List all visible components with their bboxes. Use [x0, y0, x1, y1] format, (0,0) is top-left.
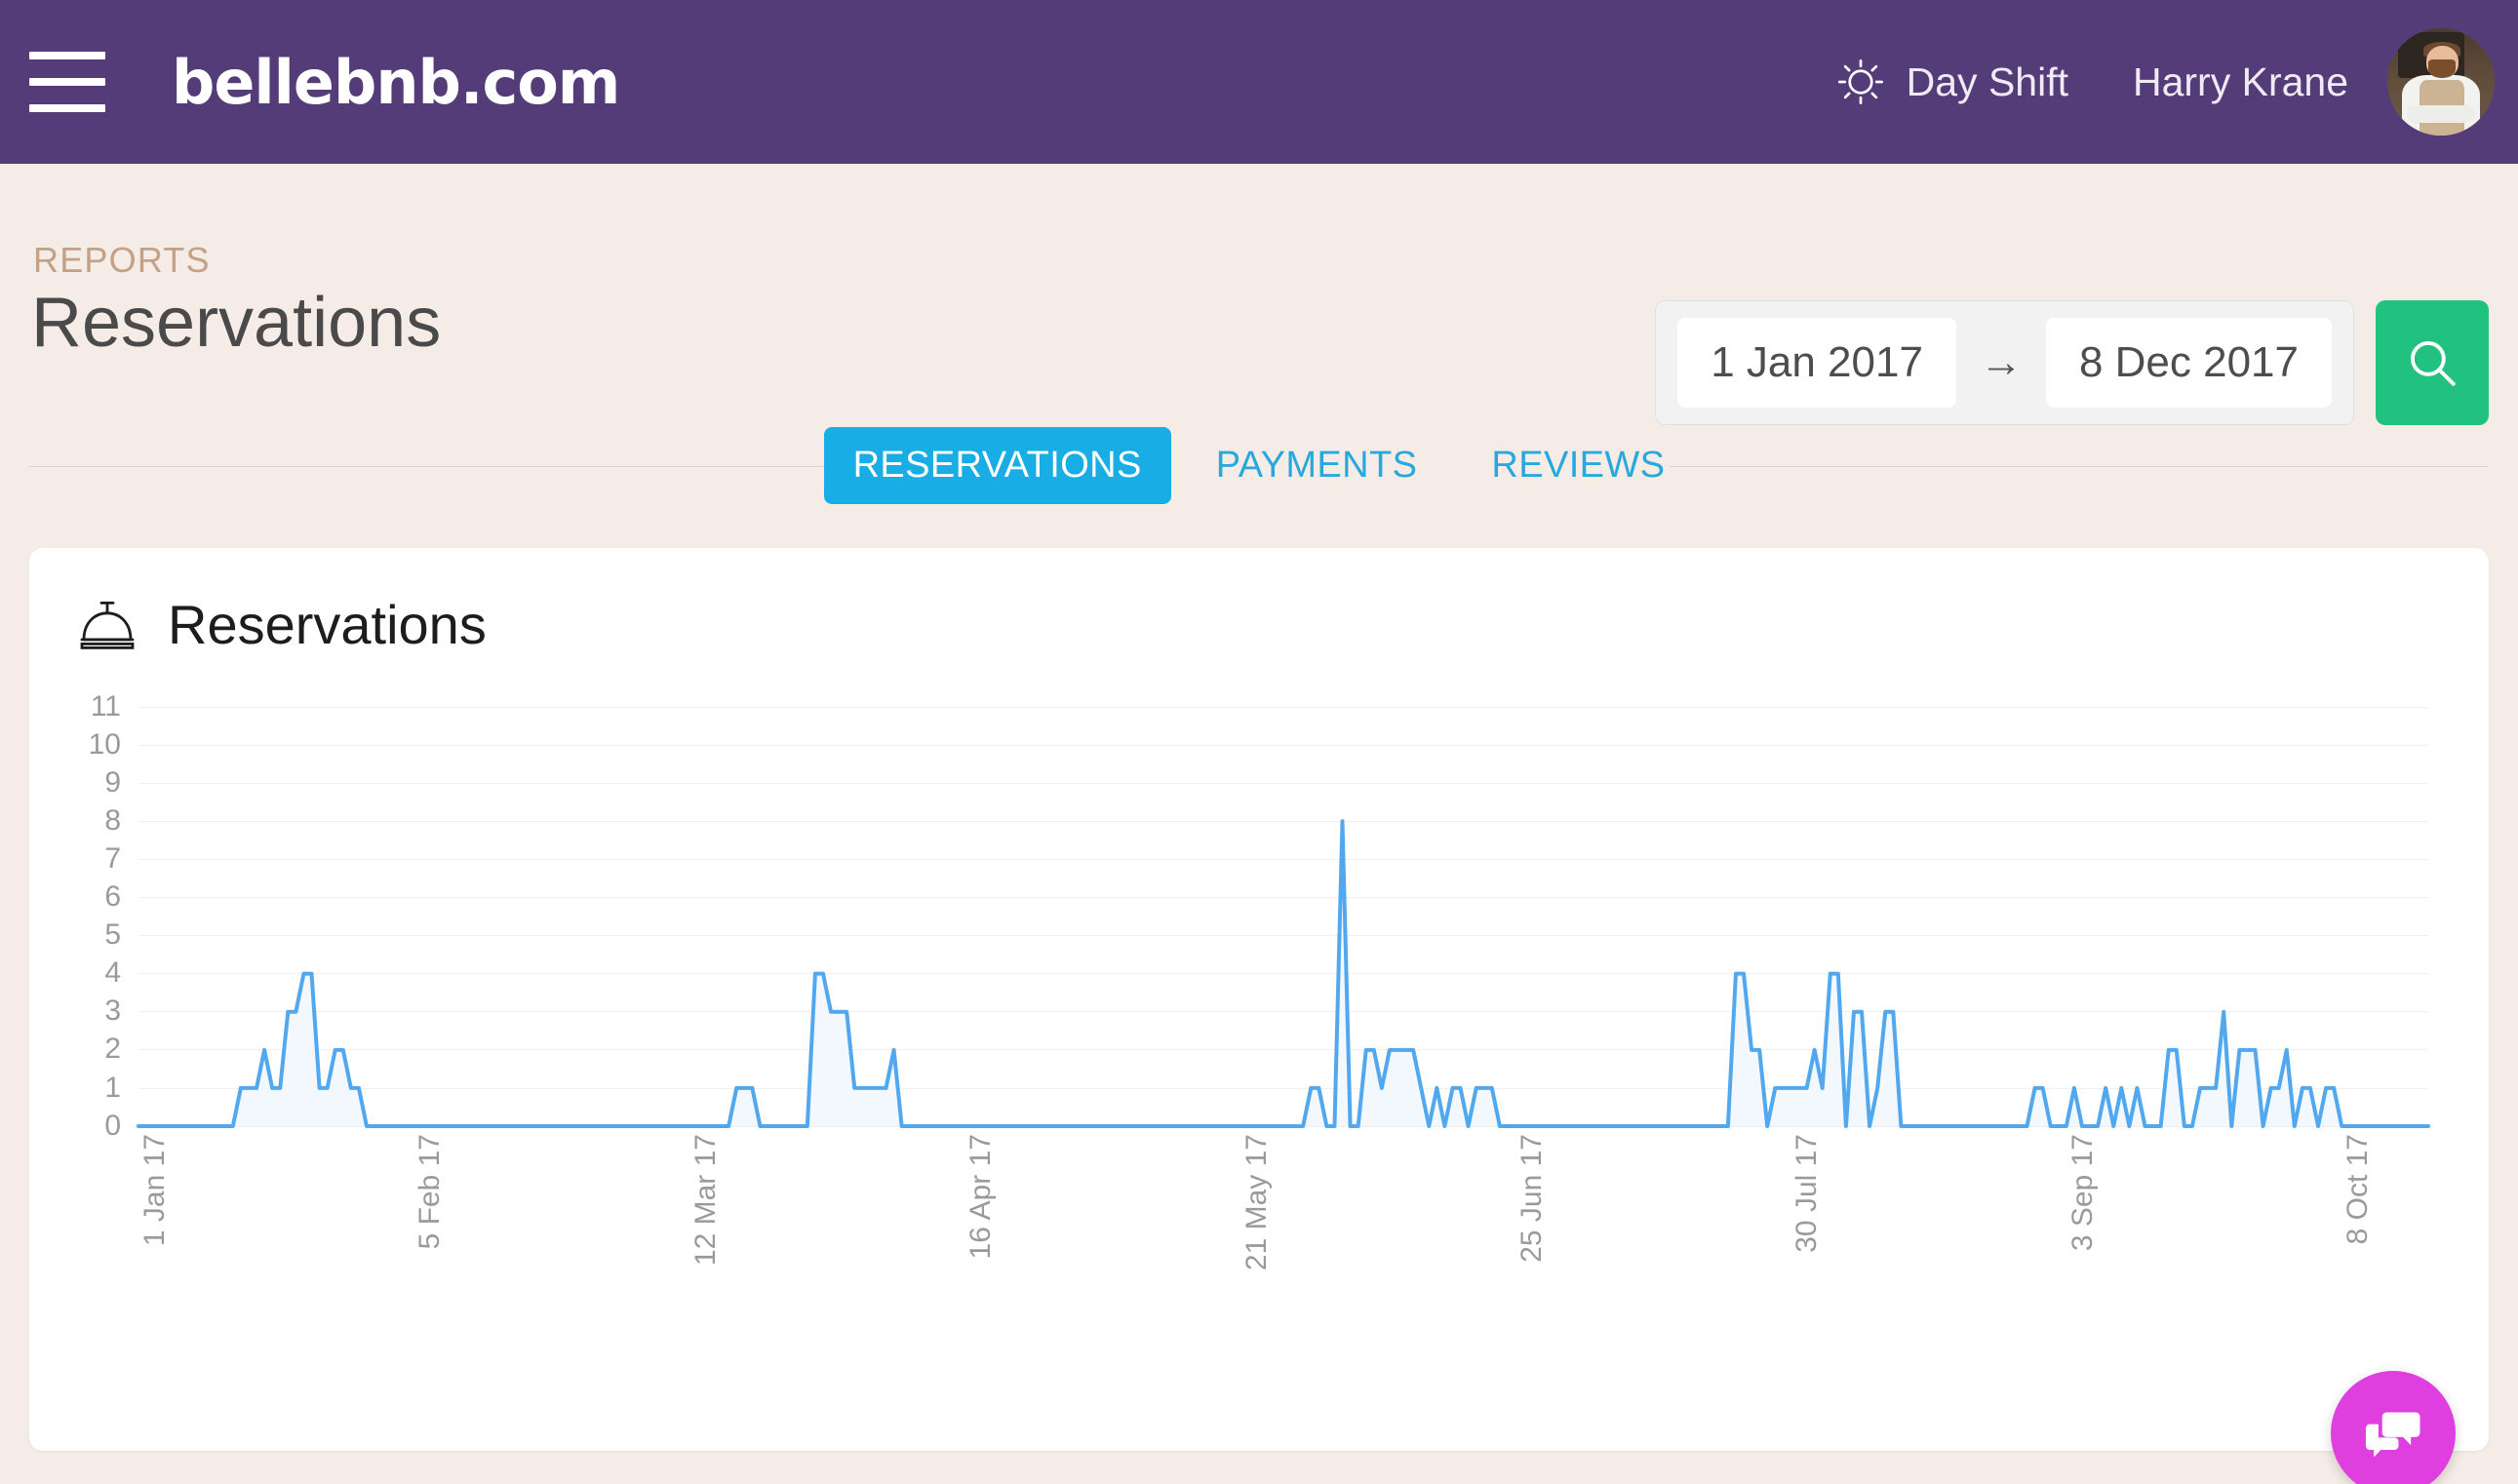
y-axis-tick: 4 [104, 957, 121, 990]
brand-logo[interactable]: bellebnb.com [172, 47, 620, 118]
y-axis-tick: 10 [88, 727, 121, 761]
hamburger-bar [29, 52, 105, 59]
avatar[interactable] [2387, 28, 2495, 136]
hamburger-bar [29, 104, 105, 112]
y-axis-tick: 1 [104, 1071, 121, 1104]
tab-reviews[interactable]: REVIEWS [1462, 427, 1694, 504]
x-axis-tick: 8 Oct 17 [2341, 1133, 2375, 1244]
tabs: RESERVATIONS PAYMENTS REVIEWS [823, 427, 1695, 505]
x-axis-tick: 3 Sep 17 [2066, 1133, 2099, 1251]
avatar-arms [2406, 105, 2476, 123]
x-axis-tick: 25 Jun 17 [1515, 1133, 1549, 1263]
y-axis-tick: 5 [104, 918, 121, 952]
reservations-chart: 11 10 9 8 7 6 5 4 3 2 1 0 1 Jan 17 5 Feb 17 12 Mar 17… [62, 690, 2456, 1389]
avatar-beard [2427, 59, 2457, 78]
chart-series-svg [138, 707, 2428, 1126]
y-axis-tick: 6 [104, 880, 121, 914]
navbar-right: Day Shift Harry Krane [1836, 0, 2518, 164]
chart-plot-area [138, 706, 2428, 1126]
card-header: Reservations [62, 583, 2456, 656]
x-axis-tick: 12 Mar 17 [689, 1133, 722, 1266]
y-axis-tick: 7 [104, 841, 121, 875]
x-axis-tick: 21 May 17 [1239, 1133, 1273, 1270]
tab-reservations[interactable]: RESERVATIONS [823, 427, 1171, 505]
x-axis-tick: 5 Feb 17 [413, 1133, 447, 1250]
shift-label: Day Shift [1906, 59, 2068, 104]
search-icon [2411, 341, 2456, 386]
date-range-controls: 1 Jan 2017 → 8 Dec 2017 [1655, 300, 2489, 425]
hamburger-menu-icon[interactable] [29, 52, 105, 112]
tab-strip: RESERVATIONS PAYMENTS REVIEWS [29, 425, 2489, 507]
breadcrumb: REPORTS [33, 240, 211, 280]
date-range-picker[interactable]: 1 Jan 2017 → 8 Dec 2017 [1655, 300, 2354, 425]
top-navbar: bellebnb.com Day Shift Harry Krane [0, 0, 2518, 164]
card-title: Reservations [168, 593, 487, 655]
y-axis-tick: 2 [104, 1033, 121, 1066]
date-arrow-icon: → [1979, 338, 2023, 386]
x-axis-tick: 1 Jan 17 [138, 1133, 171, 1246]
y-axis-tick: 8 [104, 803, 121, 837]
end-date-field[interactable]: 8 Dec 2017 [2045, 318, 2332, 408]
x-axis-tick: 16 Apr 17 [964, 1133, 998, 1260]
chart-line [138, 821, 2428, 1126]
y-axis-tick: 9 [104, 765, 121, 799]
sun-icon [1837, 59, 1883, 105]
y-axis-labels: 11 10 9 8 7 6 5 4 3 2 1 0 [62, 690, 121, 1142]
reservations-card: Reservations 11 10 9 8 7 6 5 4 3 2 1 0 1 Jan 17 5 Fe… [29, 547, 2489, 1484]
chat-bubbles-icon [2365, 1412, 2420, 1458]
shift-selector[interactable]: Day Shift [1836, 58, 2068, 106]
x-axis-labels: 1 Jan 17 5 Feb 17 12 Mar 17 16 Apr 17 21 May… [138, 1134, 2428, 1368]
y-axis-tick: 3 [104, 995, 121, 1028]
page-header: REPORTS Reservations 1 Jan 2017 → 8 Dec … [29, 164, 2489, 425]
search-button[interactable] [2376, 300, 2489, 425]
y-axis-tick: 11 [90, 689, 121, 722]
service-bell-icon [80, 602, 135, 649]
hamburger-bar [29, 78, 105, 86]
x-axis-tick: 30 Jul 17 [1790, 1133, 1824, 1253]
tab-payments[interactable]: PAYMENTS [1187, 427, 1447, 504]
page-body: REPORTS Reservations 1 Jan 2017 → 8 Dec … [0, 164, 2518, 1484]
start-date-field[interactable]: 1 Jan 2017 [1677, 318, 1956, 408]
user-name[interactable]: Harry Krane [2133, 59, 2348, 105]
y-axis-tick: 0 [104, 1109, 121, 1142]
chart-area-fill [138, 820, 2428, 1126]
